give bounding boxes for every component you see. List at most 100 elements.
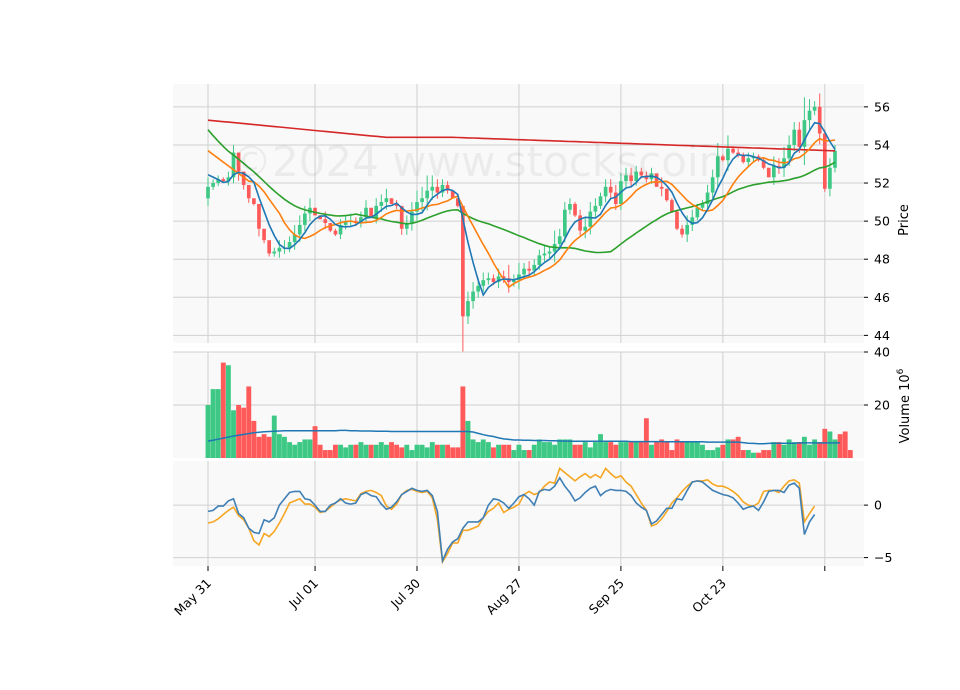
volume-axis-title: Volume 106 <box>896 368 913 443</box>
candle-body <box>675 211 679 229</box>
volume-bar <box>409 450 415 458</box>
x-tick-label: Sep 25 <box>586 576 627 617</box>
volume-bar <box>266 436 272 458</box>
volume-bar <box>547 442 552 458</box>
volume-bar <box>766 450 772 458</box>
volume-bar <box>521 450 527 458</box>
candle-body <box>547 251 552 254</box>
price-ytick-label: 46 <box>874 290 890 305</box>
volume-bar <box>542 442 547 458</box>
macd-ytick-label: 0 <box>874 498 882 513</box>
candle-body <box>807 110 812 121</box>
volume-bar <box>516 444 522 458</box>
candle-body <box>593 205 598 212</box>
candle-body <box>389 198 394 204</box>
candle-body <box>680 228 684 235</box>
candle-body <box>471 291 475 302</box>
volume-bar <box>292 444 298 458</box>
candle-body <box>562 209 567 237</box>
svg-text:Volume 106: Volume 106 <box>896 368 913 443</box>
volume-bar <box>613 444 619 458</box>
x-axis: May 31 Jul 01 Jul 30 Aug 27 Sep 25 Oct 23 <box>171 566 826 618</box>
price-ytick-label: 48 <box>874 252 890 267</box>
volume-ytick-label: 20 <box>874 398 890 413</box>
price-ytick-label: 56 <box>874 99 890 114</box>
candle-body <box>731 148 735 153</box>
volume-bar <box>302 439 308 458</box>
volume-bar <box>608 442 614 458</box>
volume-bar <box>231 410 236 458</box>
volume-bar <box>491 447 496 458</box>
volume-bar <box>434 444 440 458</box>
volume-bar <box>669 450 675 458</box>
volume-bar <box>807 444 812 458</box>
volume-bar <box>786 439 792 458</box>
volume-bar <box>552 444 558 458</box>
candle-body <box>588 211 593 227</box>
volume-bar <box>761 450 767 458</box>
volume-bar <box>373 444 379 458</box>
volume-bar <box>485 442 491 458</box>
watermark: ©2024 www.stockscoin <box>230 137 725 186</box>
volume-bar <box>791 442 797 458</box>
candle-body <box>481 280 486 286</box>
candle-body <box>670 200 674 212</box>
volume-bar <box>271 415 277 458</box>
volume-bar <box>623 442 629 458</box>
volume-bar <box>817 442 823 458</box>
candle-body <box>262 228 266 241</box>
volume-bar <box>236 405 242 458</box>
volume-bar <box>694 442 700 458</box>
volume-bar <box>363 444 369 458</box>
volume-bar <box>358 442 364 458</box>
candle-body <box>527 268 531 271</box>
candle-body <box>297 224 302 235</box>
volume-bar <box>776 442 782 458</box>
volume-bar <box>383 444 389 458</box>
volume-bar <box>587 447 593 458</box>
volume-bar <box>603 442 609 458</box>
volume-bar <box>445 444 451 458</box>
price-ytick-label: 52 <box>874 176 890 191</box>
volume-bar <box>450 447 456 458</box>
volume-bar <box>700 444 705 458</box>
volume-bar <box>475 442 481 458</box>
volume-bar <box>618 442 624 458</box>
volume-bar <box>297 442 303 458</box>
volume-bar <box>225 365 231 458</box>
candle-body <box>206 186 210 199</box>
x-tick-label: Oct 23 <box>689 576 729 616</box>
volume-bar <box>460 386 466 458</box>
volume-bar <box>740 450 746 458</box>
volume-bar <box>751 452 756 458</box>
candle-body <box>379 202 384 206</box>
volume-bar <box>536 439 542 458</box>
volume-bar <box>638 442 644 458</box>
candle-body <box>833 150 837 168</box>
volume-ytick-label: 40 <box>874 345 890 360</box>
candle-body <box>797 129 802 147</box>
volume-bar <box>287 442 292 458</box>
volume-bar <box>598 434 603 458</box>
volume-bar <box>394 444 400 458</box>
volume-bar <box>633 442 639 458</box>
volume-bar <box>684 442 690 458</box>
volume-bar <box>480 439 486 458</box>
volume-bar <box>664 442 670 458</box>
volume-bar <box>399 447 405 458</box>
candle-body <box>583 226 588 231</box>
volume-bar <box>531 444 537 458</box>
volume-bar <box>276 434 282 458</box>
volume-bar <box>322 450 328 458</box>
volume-axis-multiplier: 10 <box>898 374 913 391</box>
volume-bar <box>317 444 323 458</box>
volume-bar <box>745 450 751 458</box>
candle-body <box>466 301 470 317</box>
stock-chart: 44464850525456 2040 −50 ©2024 www.stocks… <box>171 84 913 618</box>
volume-bar <box>496 444 501 458</box>
candle-body <box>267 240 272 254</box>
volume-bar <box>470 439 476 458</box>
price-panel: 44 46 48 50 52 54 56 <box>173 84 890 375</box>
volume-bar <box>511 450 517 458</box>
volume-bar <box>205 405 211 458</box>
